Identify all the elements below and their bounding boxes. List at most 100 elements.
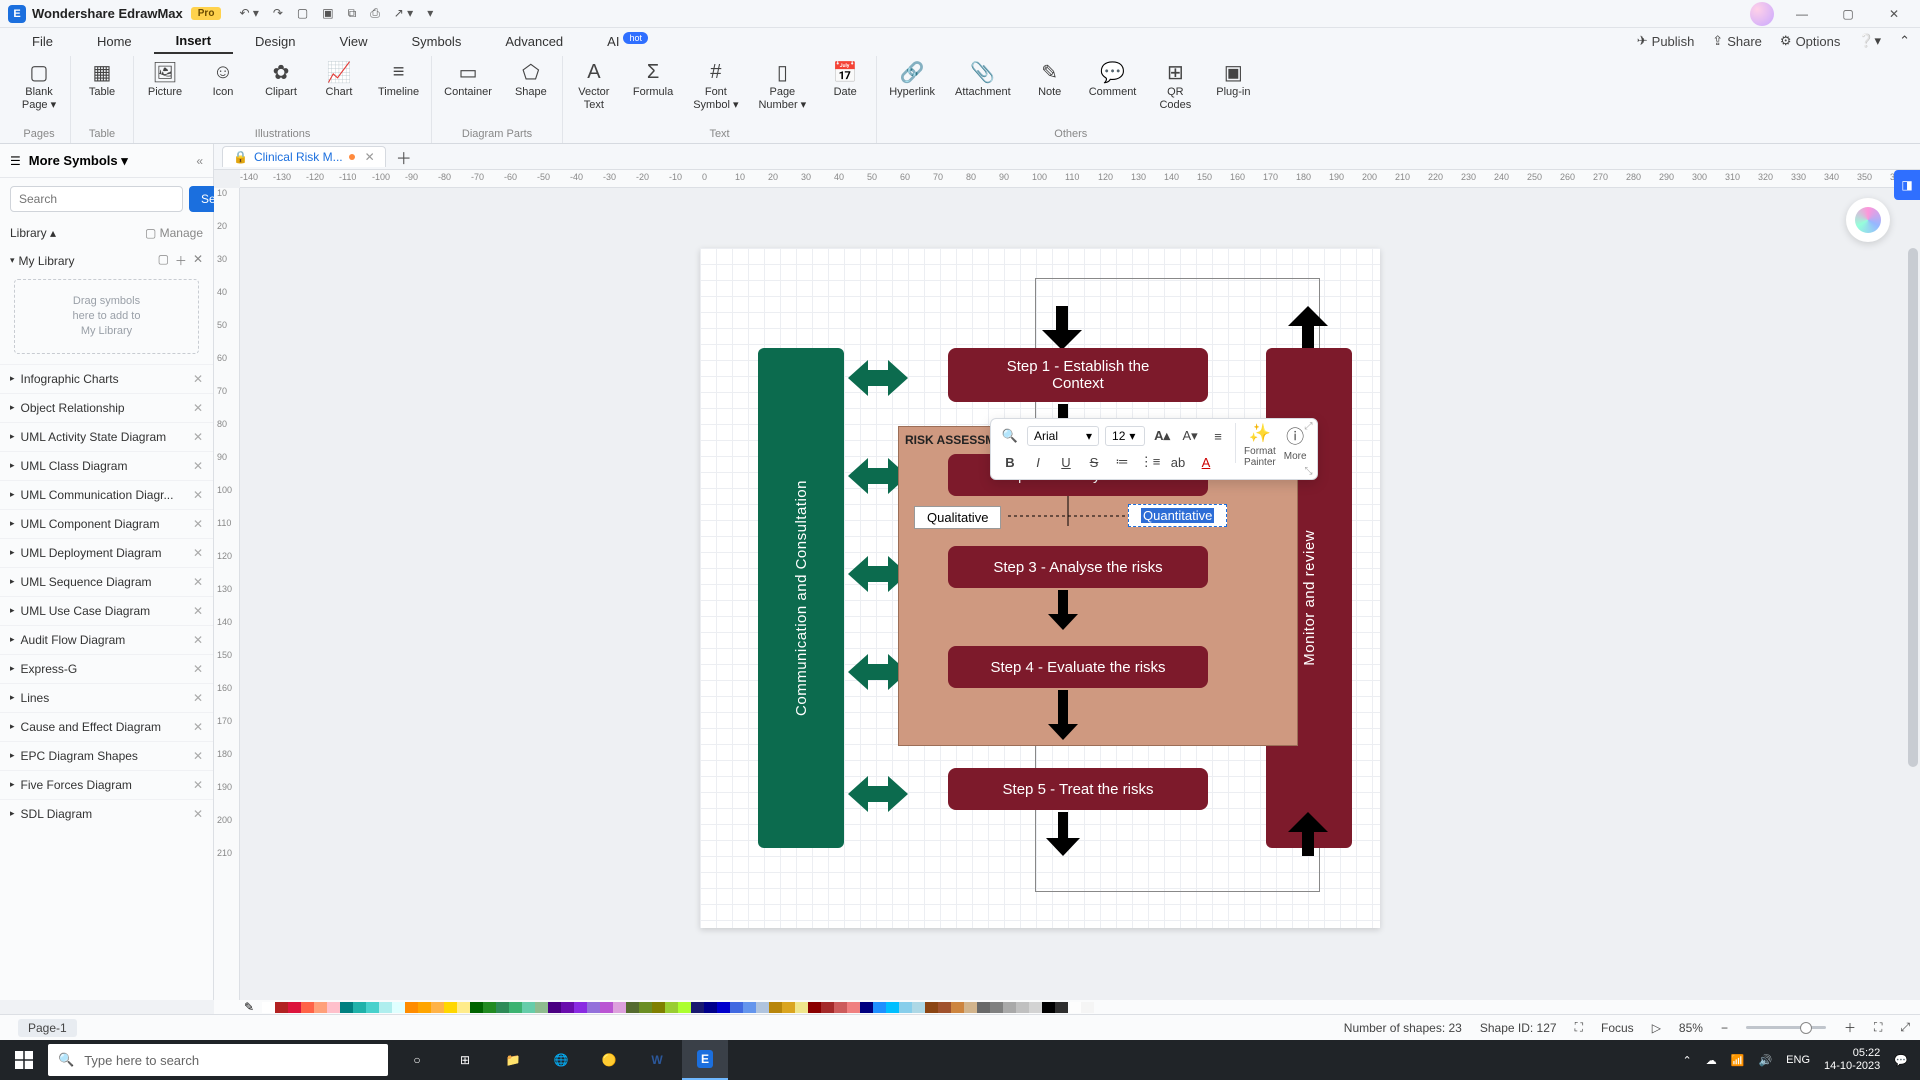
color-swatch[interactable] (535, 1002, 548, 1013)
close-icon[interactable]: ✕ (193, 459, 203, 473)
color-swatch[interactable] (834, 1002, 847, 1013)
blank-page-button[interactable]: ▢Blank Page ▾ (14, 56, 64, 115)
options-button[interactable]: ⚙ Options (1780, 33, 1840, 49)
hamburger-icon[interactable]: ☰ (10, 154, 21, 168)
strike-icon[interactable]: S (1083, 451, 1105, 473)
menu-symbols[interactable]: Symbols (389, 30, 483, 53)
fontsymbol-button[interactable]: #Font Symbol ▾ (687, 56, 744, 115)
color-swatch[interactable] (899, 1002, 912, 1013)
format-painter-button[interactable]: ✨Format Painter (1240, 423, 1280, 475)
expand-toolbar-icon[interactable]: ⤢ (1305, 421, 1313, 432)
vectortext-button[interactable]: AVector Text (569, 56, 619, 115)
canvas[interactable]: Communication and Consultation Monitor a… (240, 188, 1920, 1000)
vertical-scrollbar[interactable] (1908, 248, 1918, 990)
close-icon[interactable]: ✕ (193, 401, 203, 415)
dropzone[interactable]: Drag symbols here to add to My Library (14, 279, 199, 354)
search-input[interactable] (10, 186, 183, 212)
timeline-button[interactable]: ≡Timeline (372, 56, 425, 103)
redo-icon[interactable]: ↷ (273, 6, 283, 21)
menu-insert[interactable]: Insert (154, 29, 233, 54)
container-button[interactable]: ▭Container (438, 56, 498, 103)
save-all-icon[interactable]: ⧉ (348, 6, 357, 21)
library-label[interactable]: Library ▴ (10, 226, 56, 240)
category-item[interactable]: ▸Cause and Effect Diagram✕ (0, 712, 213, 741)
numlist-icon[interactable]: ≔ (1111, 451, 1133, 473)
zoom-slider[interactable] (1746, 1026, 1826, 1029)
mylibrary-label[interactable]: My Library (19, 254, 75, 268)
fit-page-icon[interactable]: ⛶ (1575, 1020, 1583, 1035)
color-swatch[interactable] (262, 1002, 275, 1013)
new-doc-icon[interactable]: ▢ (297, 6, 308, 21)
color-swatch[interactable] (405, 1002, 418, 1013)
color-swatch[interactable] (743, 1002, 756, 1013)
color-swatch[interactable] (1042, 1002, 1055, 1013)
menu-advanced[interactable]: Advanced (483, 30, 585, 53)
add-lib-icon[interactable]: ＋ (175, 252, 187, 269)
color-swatch[interactable] (808, 1002, 821, 1013)
comment-button[interactable]: 💬Comment (1083, 56, 1143, 115)
close-lib-icon[interactable]: ✕ (193, 252, 203, 269)
category-item[interactable]: ▸Lines✕ (0, 683, 213, 712)
menu-home[interactable]: Home (75, 30, 154, 53)
color-swatch[interactable] (353, 1002, 366, 1013)
color-swatch[interactable] (691, 1002, 704, 1013)
panel-title[interactable]: More Symbols ▾ (29, 153, 128, 169)
tray-volume-icon[interactable]: 🔊 (1758, 1054, 1772, 1067)
taskview-icon[interactable]: ⊞ (442, 1040, 488, 1080)
color-swatch[interactable] (548, 1002, 561, 1013)
category-item[interactable]: ▸UML Sequence Diagram✕ (0, 567, 213, 596)
status-page-tab[interactable]: Page-1 (18, 1019, 77, 1037)
color-swatch[interactable] (444, 1002, 457, 1013)
textcase-icon[interactable]: ab (1167, 451, 1189, 473)
focus-button[interactable]: Focus (1601, 1021, 1634, 1035)
manage-link[interactable]: ▢ Manage (145, 226, 203, 240)
color-swatch[interactable] (574, 1002, 587, 1013)
close-icon[interactable]: ✕ (193, 575, 203, 589)
close-icon[interactable]: ✕ (193, 749, 203, 763)
zoom-in-icon[interactable]: ＋ (1844, 1019, 1856, 1036)
fontcolor-icon[interactable]: A (1195, 451, 1217, 473)
publish-button[interactable]: ✈ Publish (1637, 33, 1695, 49)
color-swatch[interactable] (795, 1002, 808, 1013)
category-item[interactable]: ▸UML Component Diagram✕ (0, 509, 213, 538)
close-icon[interactable]: ✕ (193, 633, 203, 647)
color-swatch[interactable] (847, 1002, 860, 1013)
color-swatch[interactable] (756, 1002, 769, 1013)
color-swatch[interactable] (912, 1002, 925, 1013)
close-icon[interactable]: ✕ (193, 662, 203, 676)
color-swatch[interactable] (1029, 1002, 1042, 1013)
zoom-level[interactable]: 85% (1679, 1021, 1703, 1035)
color-swatch[interactable] (327, 1002, 340, 1013)
close-tab-icon[interactable]: ✕ (365, 150, 375, 164)
expand-icon[interactable]: ▾ (10, 255, 15, 266)
fullscreen-icon[interactable]: ⤢ (1900, 1020, 1910, 1035)
user-avatar[interactable] (1750, 2, 1774, 26)
color-swatch[interactable] (665, 1002, 678, 1013)
color-swatch[interactable] (977, 1002, 990, 1013)
color-swatch[interactable] (1081, 1002, 1094, 1013)
clipart-button[interactable]: ✿Clipart (256, 56, 306, 103)
tray-onedrive-icon[interactable]: ☁ (1706, 1054, 1717, 1067)
color-swatch[interactable] (925, 1002, 938, 1013)
step4-box[interactable]: Step 4 - Evaluate the risks (948, 646, 1208, 688)
color-swatch[interactable] (288, 1002, 301, 1013)
color-swatch[interactable] (769, 1002, 782, 1013)
color-swatch[interactable] (366, 1002, 379, 1013)
tray-chevron-icon[interactable]: ⌃ (1683, 1054, 1692, 1067)
presentation-icon[interactable]: ▷ (1652, 1021, 1661, 1035)
color-swatch[interactable] (821, 1002, 834, 1013)
font-grow-icon[interactable]: A▴ (1151, 425, 1173, 447)
color-swatch[interactable] (431, 1002, 444, 1013)
close-icon[interactable]: ✕ (193, 778, 203, 792)
plugin-button[interactable]: ▣Plug-in (1208, 56, 1258, 115)
color-swatch[interactable] (613, 1002, 626, 1013)
tray-clock[interactable]: 05:2214-10-2023 (1824, 1047, 1880, 1072)
step5-box[interactable]: Step 5 - Treat the risks (948, 768, 1208, 810)
undo-icon[interactable]: ↶ ▾ (239, 6, 258, 21)
close-icon[interactable]: ✕ (193, 517, 203, 531)
qrcodes-button[interactable]: ⊞QR Codes (1150, 56, 1200, 115)
category-item[interactable]: ▸Express-G✕ (0, 654, 213, 683)
color-swatch[interactable] (717, 1002, 730, 1013)
color-swatch[interactable] (990, 1002, 1003, 1013)
underline-icon[interactable]: U (1055, 451, 1077, 473)
